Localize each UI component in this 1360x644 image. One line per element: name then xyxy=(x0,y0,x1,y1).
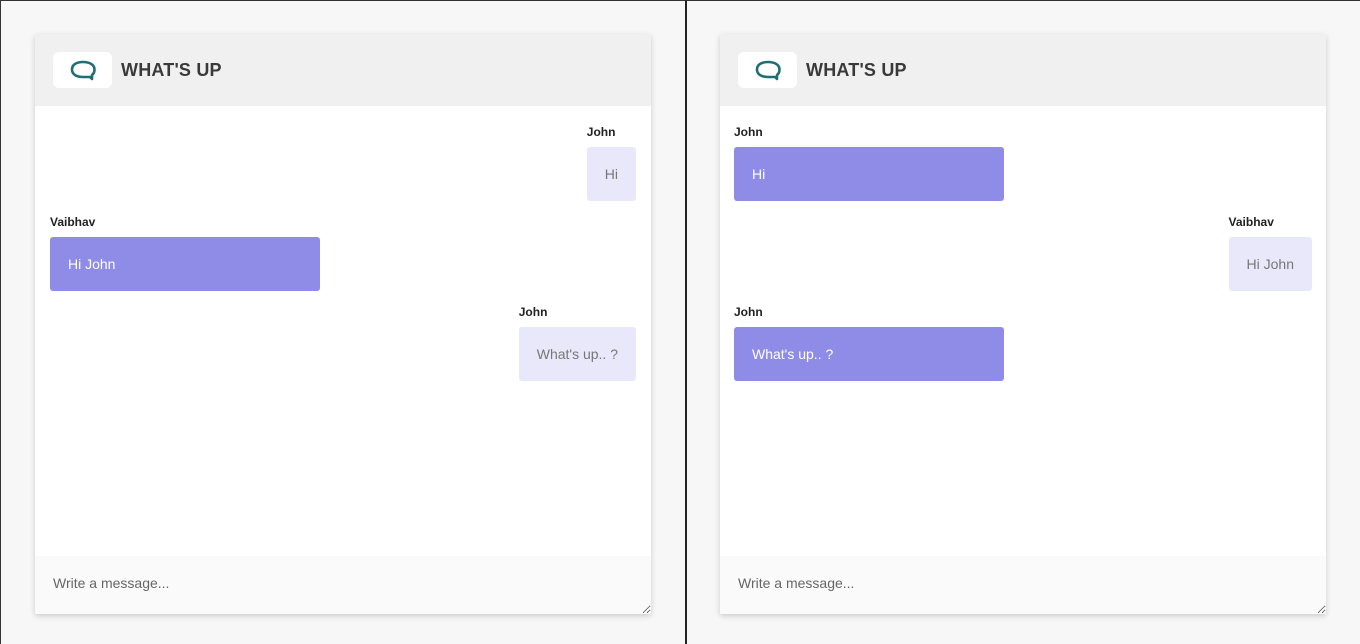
right-chat-pane: WHAT'S UP John Hi Vaibhav Hi John John W… xyxy=(685,0,1360,644)
app-logo xyxy=(53,52,112,88)
message-sender: Vaibhav xyxy=(1228,215,1274,229)
message-item: John Hi xyxy=(586,125,636,201)
message-item: John What's up.. ? xyxy=(734,305,1004,381)
message-item: Vaibhav Hi John xyxy=(50,215,320,291)
chat-window: WHAT'S UP John Hi Vaibhav Hi John John W… xyxy=(35,34,651,614)
message-bubble: Hi John xyxy=(1228,237,1312,291)
message-bubble: Hi John xyxy=(50,237,320,291)
message-list: John Hi Vaibhav Hi John John What's up..… xyxy=(35,106,651,555)
message-composer xyxy=(720,556,1326,614)
message-bubble: What's up.. ? xyxy=(734,327,1004,381)
message-item: John What's up.. ? xyxy=(518,305,636,381)
message-composer xyxy=(35,556,651,614)
message-bubble: Hi xyxy=(734,147,1004,201)
chat-window: WHAT'S UP John Hi Vaibhav Hi John John W… xyxy=(720,34,1326,614)
app-title: WHAT'S UP xyxy=(121,59,222,80)
message-input[interactable] xyxy=(35,556,651,614)
message-sender: Vaibhav xyxy=(50,215,96,229)
message-sender: John xyxy=(734,305,763,319)
left-chat-pane: WHAT'S UP John Hi Vaibhav Hi John John W… xyxy=(0,0,685,644)
message-sender: John xyxy=(734,125,763,139)
chat-bubble-icon xyxy=(755,60,781,81)
message-input[interactable] xyxy=(720,556,1326,614)
chat-header: WHAT'S UP xyxy=(35,34,651,106)
message-sender: John xyxy=(518,305,548,319)
app-logo xyxy=(738,52,797,88)
message-sender: John xyxy=(586,125,616,139)
message-item: Vaibhav Hi John xyxy=(1228,215,1312,291)
chat-header: WHAT'S UP xyxy=(720,34,1326,106)
app-title: WHAT'S UP xyxy=(806,59,907,80)
message-item: John Hi xyxy=(734,125,1004,201)
message-bubble: What's up.. ? xyxy=(518,327,636,381)
message-bubble: Hi xyxy=(586,147,636,201)
chat-bubble-icon xyxy=(70,60,96,81)
message-list: John Hi Vaibhav Hi John John What's up..… xyxy=(720,106,1326,555)
